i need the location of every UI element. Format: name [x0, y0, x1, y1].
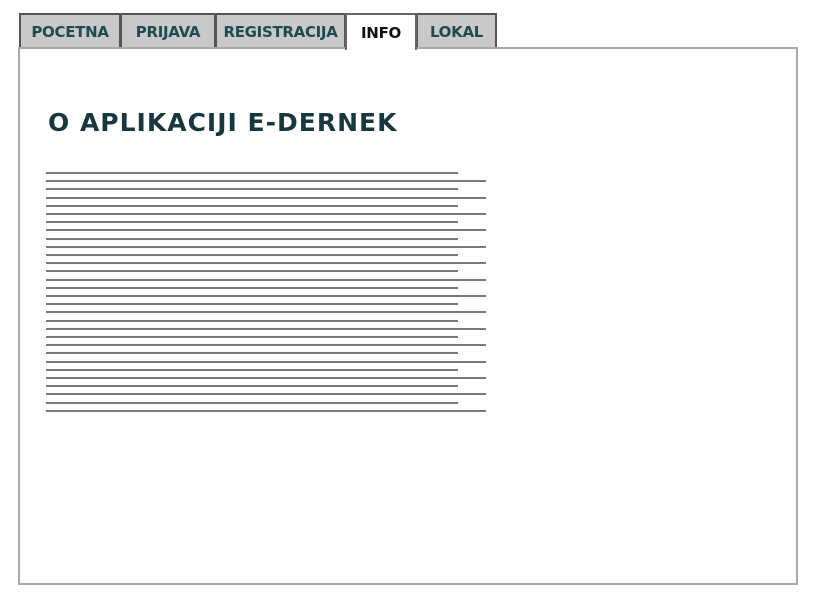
placeholder-text-line — [46, 221, 458, 223]
placeholder-text-line — [46, 393, 486, 395]
placeholder-text-line — [46, 328, 486, 330]
tab-info[interactable]: INFO — [345, 13, 417, 50]
tab-pocetna[interactable]: POCETNA — [19, 13, 121, 48]
page-title: O APLIKACIJI E-DERNEK — [48, 108, 398, 137]
placeholder-text-line — [46, 352, 458, 354]
page: POCETNA PRIJAVA REGISTRACIJA INFO LOKAL … — [0, 0, 815, 613]
tab-registracija[interactable]: REGISTRACIJA — [215, 13, 346, 48]
tab-lokal[interactable]: LOKAL — [416, 13, 497, 48]
tab-prijava[interactable]: PRIJAVA — [120, 13, 216, 48]
placeholder-text-line — [46, 197, 486, 199]
text-placeholder-block — [46, 172, 486, 417]
placeholder-text-line — [46, 270, 458, 272]
placeholder-text-line — [46, 377, 486, 379]
placeholder-text-line — [46, 188, 458, 190]
placeholder-text-line — [46, 336, 458, 338]
placeholder-text-line — [46, 172, 458, 174]
placeholder-text-line — [46, 385, 458, 387]
placeholder-text-line — [46, 254, 458, 256]
placeholder-text-line — [46, 410, 486, 412]
placeholder-text-line — [46, 213, 486, 215]
placeholder-text-line — [46, 229, 486, 231]
tab-bar: POCETNA PRIJAVA REGISTRACIJA INFO LOKAL — [19, 13, 497, 50]
placeholder-text-line — [46, 287, 458, 289]
placeholder-text-line — [46, 262, 486, 264]
placeholder-text-line — [46, 279, 486, 281]
placeholder-text-line — [46, 295, 486, 297]
placeholder-text-line — [46, 402, 458, 404]
placeholder-text-line — [46, 180, 486, 182]
placeholder-text-line — [46, 311, 486, 313]
placeholder-text-line — [46, 238, 458, 240]
placeholder-text-line — [46, 361, 486, 363]
placeholder-text-line — [46, 344, 486, 346]
placeholder-text-line — [46, 205, 458, 207]
placeholder-text-line — [46, 303, 458, 305]
placeholder-text-line — [46, 246, 486, 248]
placeholder-text-line — [46, 369, 458, 371]
placeholder-text-line — [46, 320, 458, 322]
